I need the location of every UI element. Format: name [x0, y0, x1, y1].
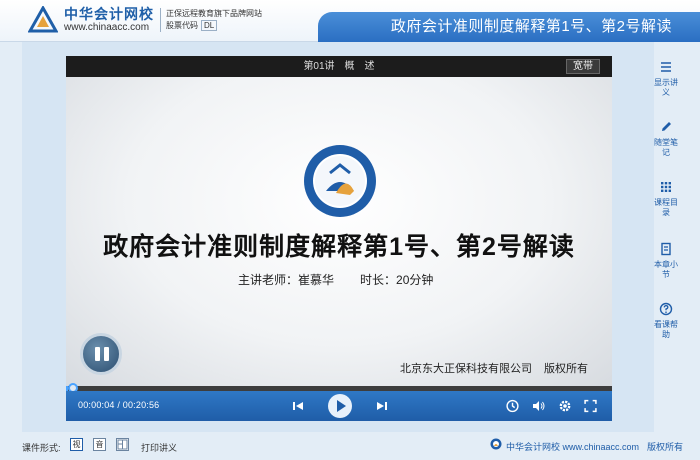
brand[interactable]: 中华会计网校 www.chinaacc.com	[64, 6, 154, 34]
sidebar-item-chapter-summary[interactable]: 本章小节	[654, 242, 678, 280]
sidebar-label: 课程目录	[654, 198, 678, 217]
tagline-text: 正保远程教育旗下品牌网站	[166, 9, 262, 18]
right-sidebar: 显示讲义 随堂笔记 课程目录 本章小节 看课帮助	[654, 52, 678, 432]
time-display: 00:00:04 / 00:20:56	[78, 400, 159, 410]
play-button[interactable]	[328, 394, 352, 418]
player-topbar: 第01讲 概 述 宽带	[66, 56, 612, 77]
teacher-name: 主讲老师：崔慕华	[238, 273, 335, 287]
previous-icon[interactable]	[292, 398, 304, 414]
footer: 课件形式: 视 音 打印讲义 中华会计网校 www.chinaacc.com 版…	[0, 432, 700, 460]
text-mode-button[interactable]	[116, 438, 129, 451]
school-seal-icon	[304, 145, 376, 217]
bandwidth-button[interactable]: 宽带	[566, 59, 600, 74]
header: 中华会计网校 www.chinaacc.com 正保远程教育旗下品牌网站 股票代…	[0, 0, 700, 42]
total-time: 00:20:56	[122, 400, 160, 410]
lecture-duration: 时长：20分钟	[360, 273, 434, 287]
video-player[interactable]: 第01讲 概 述 宽带 政府会计准则制度解释第1号、第2号解读 主讲老师：崔慕华…	[66, 56, 612, 421]
book-icon	[661, 242, 671, 256]
company-name: 北京东大正保科技有限公司	[400, 363, 532, 375]
footer-logo-icon	[490, 438, 502, 450]
print-handout-link[interactable]: 打印讲义	[141, 441, 177, 454]
brand-logo-icon	[28, 6, 58, 33]
sidebar-item-notes[interactable]: 随堂笔记	[654, 120, 678, 158]
sidebar-item-handout[interactable]: 显示讲义	[654, 60, 678, 98]
footer-rights: 版权所有	[647, 442, 684, 452]
menu-icon	[661, 62, 671, 72]
footer-brand[interactable]: 中华会计网校 www.chinaacc.com	[506, 440, 639, 453]
stock-label: 股票代码	[166, 21, 198, 30]
lecture-title: 第01讲 概 述	[303, 61, 375, 72]
brand-tagline: 正保远程教育旗下品牌网站 股票代码 DL	[160, 8, 262, 32]
pencil-icon	[662, 122, 671, 131]
slide-meta: 主讲老师：崔慕华 时长：20分钟	[238, 271, 433, 288]
audio-mode-button[interactable]: 音	[93, 438, 106, 451]
stock-code: DL	[201, 20, 218, 31]
slide-copyright: 北京东大正保科技有限公司 版权所有	[400, 360, 588, 376]
speed-clock-icon[interactable]	[506, 398, 519, 414]
layout-icon	[117, 439, 128, 450]
mode-label: 课件形式:	[22, 443, 61, 453]
volume-icon[interactable]	[532, 398, 546, 414]
brand-url: www.chinaacc.com	[64, 22, 150, 33]
brand-name: 中华会计网校	[64, 6, 154, 22]
time-separator: /	[117, 400, 121, 410]
stock-info: 股票代码 DL	[166, 20, 262, 32]
sidebar-item-catalog[interactable]: 课程目录	[654, 180, 678, 218]
course-title-banner: 政府会计准则制度解释第1号、第2号解读	[318, 12, 700, 42]
sidebar-label: 随堂笔记	[654, 138, 678, 157]
help-icon	[659, 302, 673, 316]
sidebar-label: 看课帮助	[654, 320, 678, 339]
settings-gear-icon[interactable]	[558, 398, 572, 414]
pause-overlay-button[interactable]	[80, 333, 122, 375]
next-icon[interactable]	[376, 398, 388, 414]
rights-text: 版权所有	[544, 363, 588, 375]
control-bar: 00:00:04 / 00:20:56	[66, 391, 612, 421]
sidebar-label: 显示讲义	[654, 78, 678, 97]
sidebar-label: 本章小节	[654, 260, 678, 279]
grid-icon	[661, 182, 671, 192]
sidebar-item-help[interactable]: 看课帮助	[654, 302, 678, 340]
slide-title: 政府会计准则制度解释第1号、第2号解读	[103, 233, 575, 261]
video-slide[interactable]: 政府会计准则制度解释第1号、第2号解读 主讲老师：崔慕华 时长：20分钟 北京东大…	[66, 77, 612, 386]
fullscreen-icon[interactable]	[584, 398, 597, 414]
video-mode-button[interactable]: 视	[70, 438, 83, 451]
current-time: 00:00:04	[78, 400, 115, 410]
